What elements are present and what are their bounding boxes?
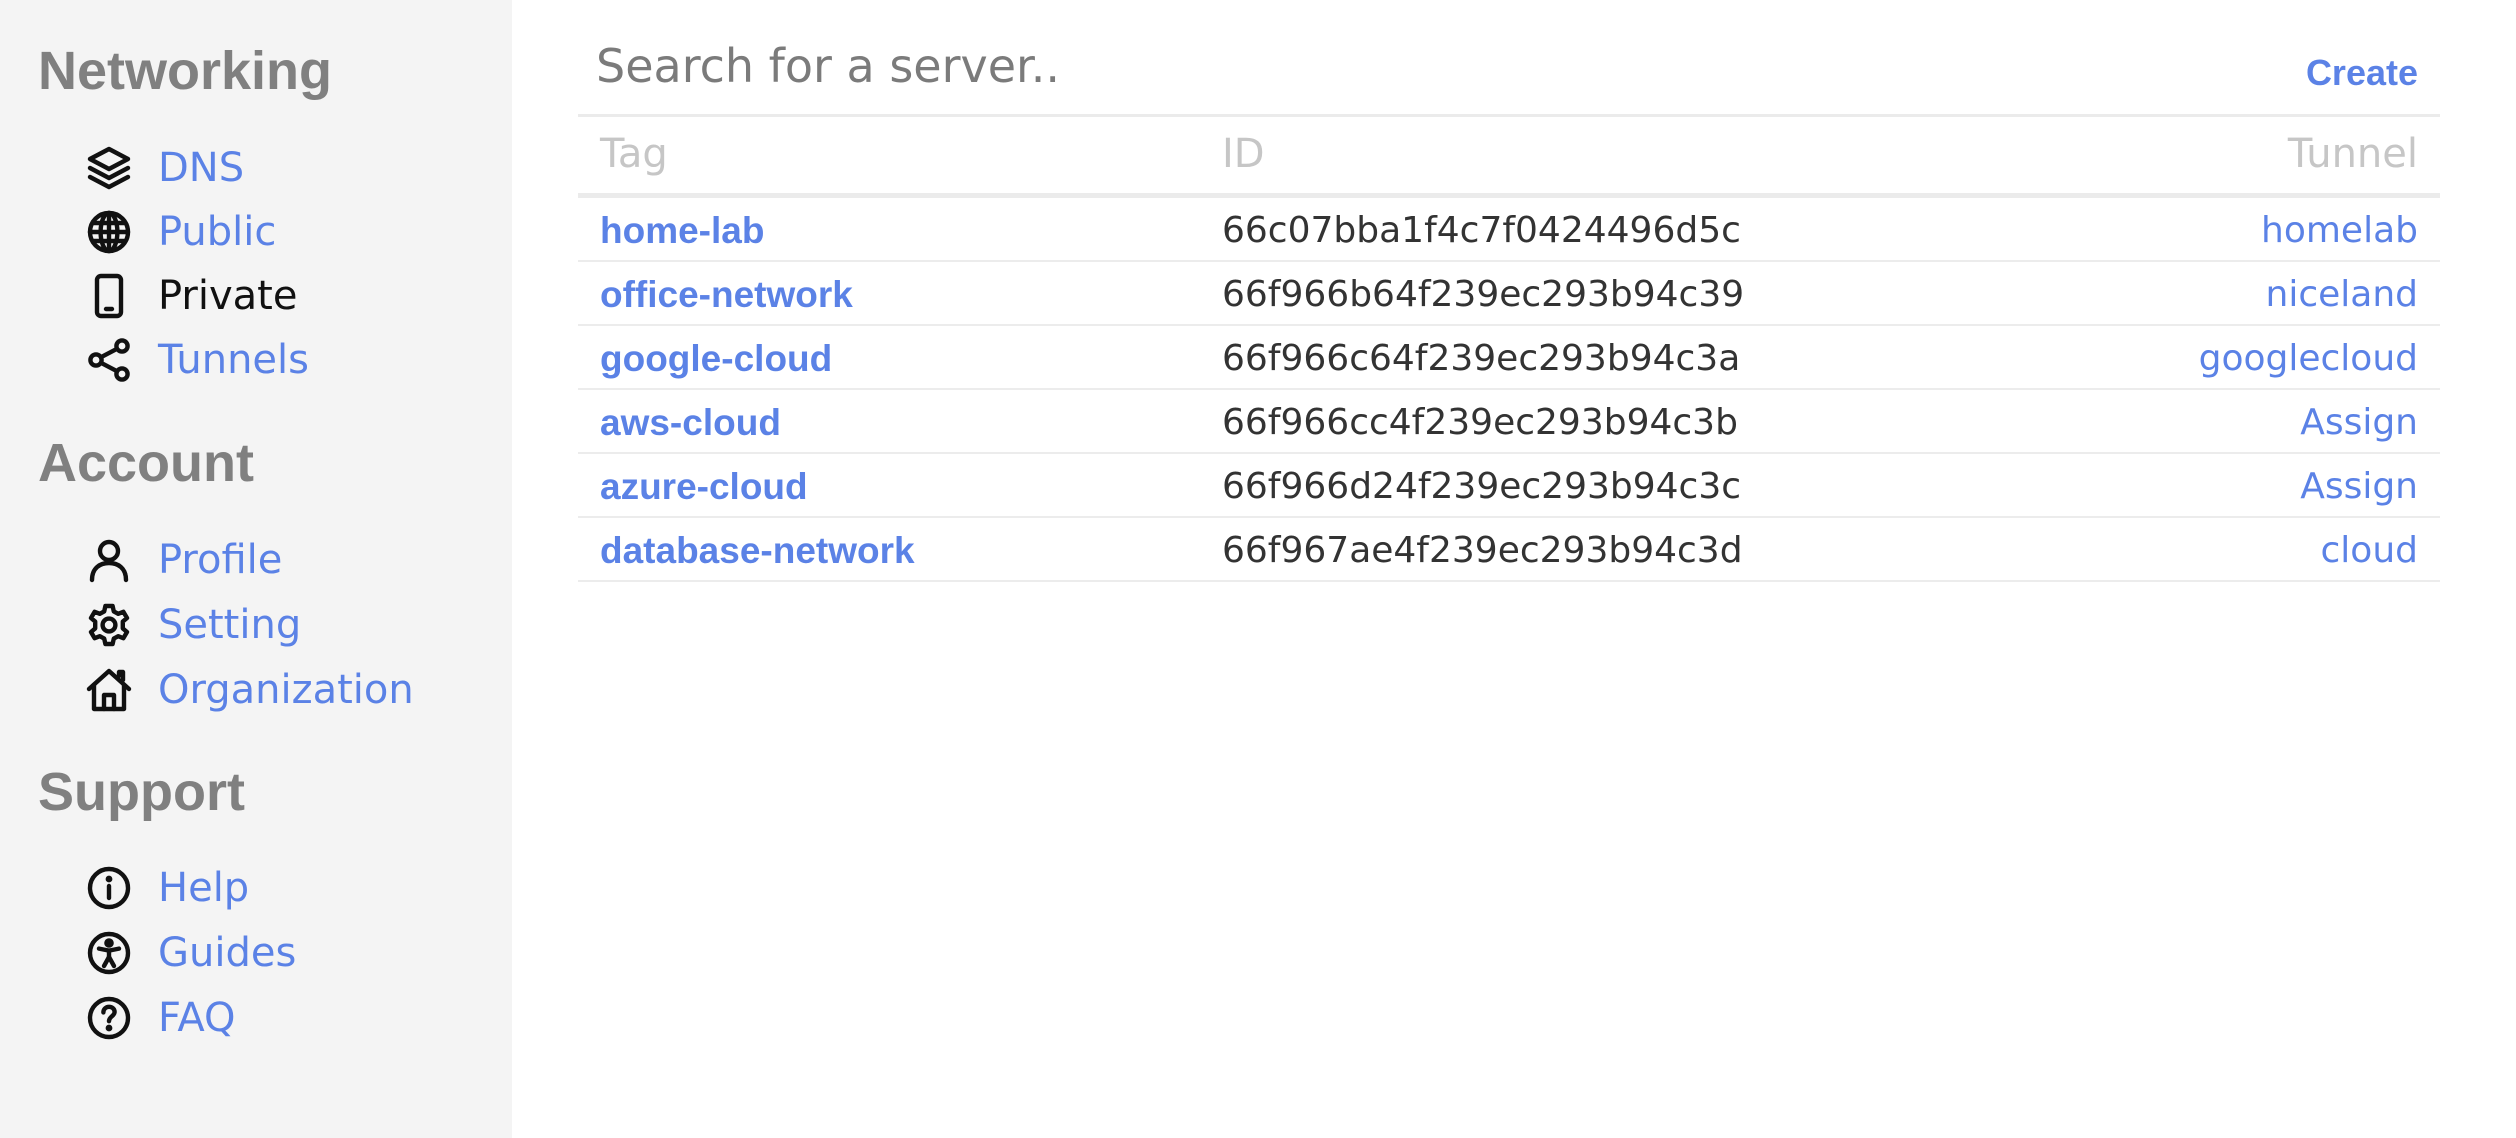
server-tag-link[interactable]: home-lab [600, 210, 764, 252]
sidebar-item-organization[interactable]: Organization [82, 660, 414, 720]
search-bar: Create [578, 30, 2440, 117]
tunnel-link[interactable]: niceland [2266, 274, 2419, 315]
accessibility-icon [82, 926, 136, 980]
server-tag-link[interactable]: office-network [600, 274, 853, 316]
sidebar-item-help[interactable]: Help [82, 858, 249, 918]
sidebar: Networking DNS Public Private Tunnels Ac… [0, 0, 512, 1138]
sidebar-item-public[interactable]: Public [82, 202, 276, 262]
column-header-id: ID [1222, 131, 1265, 177]
server-tag-link[interactable]: azure-cloud [600, 466, 808, 508]
sidebar-item-dns[interactable]: DNS [82, 138, 244, 198]
sidebar-item-setting[interactable]: Setting [82, 595, 301, 655]
section-title-account: Account [38, 433, 254, 493]
sidebar-item-label: Profile [158, 537, 283, 583]
sidebar-item-private[interactable]: Private [82, 266, 297, 326]
create-button[interactable]: Create [2306, 52, 2418, 94]
section-title-networking: Networking [38, 41, 333, 101]
table-row: aws-cloud 66f966cc4f239ec293b94c3b Assig… [578, 390, 2440, 454]
server-tag-link[interactable]: aws-cloud [600, 402, 781, 444]
table-row: azure-cloud 66f966d24f239ec293b94c3c Ass… [578, 454, 2440, 518]
column-header-tag: Tag [600, 131, 668, 177]
tunnel-link[interactable]: cloud [2321, 530, 2419, 571]
table-row: office-network 66f966b64f239ec293b94c39 … [578, 262, 2440, 326]
sidebar-item-label: Tunnels [158, 337, 309, 383]
sidebar-item-label: Help [158, 865, 250, 911]
sidebar-item-faq[interactable]: FAQ [82, 988, 235, 1048]
assign-tunnel-link[interactable]: Assign [2300, 466, 2418, 507]
section-title-support: Support [38, 762, 245, 822]
sidebar-item-guides[interactable]: Guides [82, 923, 296, 983]
server-id: 66f966c64f239ec293b94c3a [1222, 338, 1741, 379]
server-id: 66f967ae4f239ec293b94c3d [1222, 530, 1743, 571]
sidebar-item-label: Organization [158, 667, 414, 713]
server-id: 66f966b64f239ec293b94c39 [1222, 274, 1745, 315]
server-tag-link[interactable]: database-network [600, 530, 915, 572]
sidebar-item-profile[interactable]: Profile [82, 530, 282, 590]
sidebar-item-label: Guides [158, 930, 297, 976]
sidebar-item-label: Private [158, 273, 298, 319]
sidebar-item-label: FAQ [158, 995, 236, 1041]
phone-icon [82, 269, 136, 323]
app: Networking DNS Public Private Tunnels Ac… [0, 0, 2516, 1138]
search-input[interactable] [596, 36, 1996, 96]
table-row: google-cloud 66f966c64f239ec293b94c3a go… [578, 326, 2440, 390]
house-icon [82, 663, 136, 717]
tunnel-link[interactable]: googlecloud [2199, 338, 2418, 379]
sidebar-item-label: DNS [158, 145, 245, 191]
column-header-tunnel: Tunnel [2287, 131, 2418, 177]
tunnel-link[interactable]: homelab [2261, 210, 2418, 251]
sidebar-item-tunnels[interactable]: Tunnels [82, 330, 309, 390]
table-header: Tag ID Tunnel [578, 117, 2440, 198]
assign-tunnel-link[interactable]: Assign [2300, 402, 2418, 443]
table-row: home-lab 66c07bba1f4c7f0424496d5c homela… [578, 198, 2440, 262]
server-id: 66c07bba1f4c7f0424496d5c [1222, 210, 1741, 251]
sidebar-item-label: Setting [158, 602, 302, 648]
server-id: 66f966cc4f239ec293b94c3b [1222, 402, 1738, 443]
question-icon [82, 991, 136, 1045]
sidebar-item-label: Public [158, 209, 277, 255]
globe-icon [82, 205, 136, 259]
server-tag-link[interactable]: google-cloud [600, 338, 832, 380]
layers-icon [82, 141, 136, 195]
info-icon [82, 861, 136, 915]
share-icon [82, 333, 136, 387]
person-icon [82, 533, 136, 587]
servers-table: Tag ID Tunnel home-lab 66c07bba1f4c7f042… [578, 117, 2440, 582]
table-row: database-network 66f967ae4f239ec293b94c3… [578, 518, 2440, 582]
gear-icon [82, 598, 136, 652]
server-id: 66f966d24f239ec293b94c3c [1222, 466, 1742, 507]
